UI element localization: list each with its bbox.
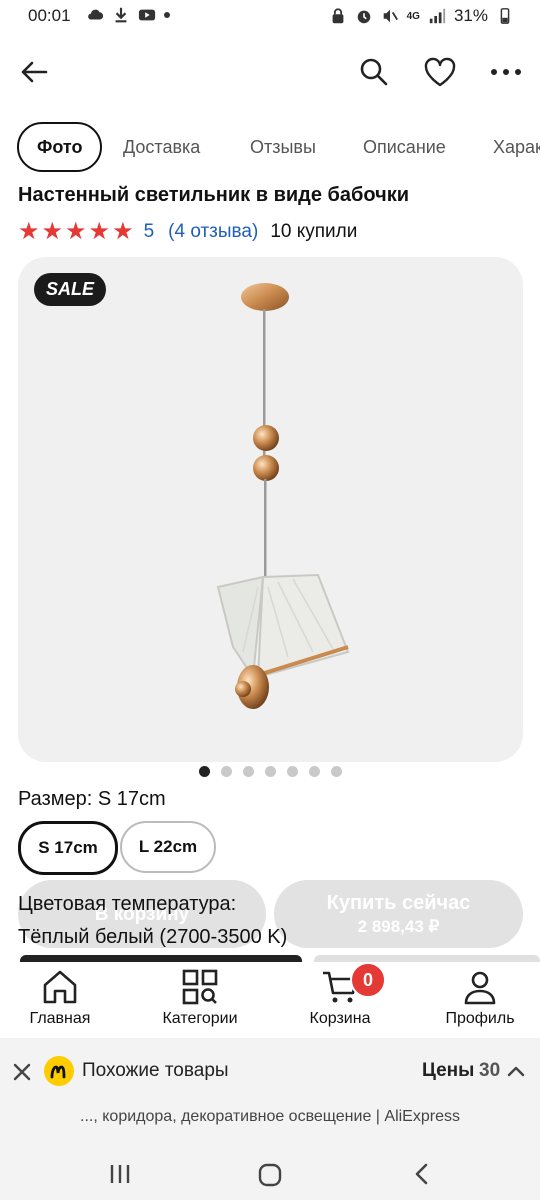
prices-count: 30 bbox=[479, 1060, 501, 1081]
gallery-dot[interactable] bbox=[286, 766, 298, 777]
nav-profile[interactable]: Профиль bbox=[420, 962, 540, 1028]
status-left-icons bbox=[86, 6, 170, 24]
tab-delivery[interactable]: Доставка bbox=[123, 122, 200, 172]
tab-characteristics[interactable]: Харак bbox=[493, 122, 540, 172]
more-options-button[interactable] bbox=[486, 52, 526, 92]
system-back-icon[interactable] bbox=[412, 1162, 432, 1186]
gallery-dot[interactable] bbox=[198, 766, 210, 777]
battery-percent: 31% bbox=[453, 6, 488, 25]
gallery-dot[interactable] bbox=[308, 766, 320, 777]
notification-dot-icon bbox=[164, 12, 170, 18]
lock-icon bbox=[332, 8, 344, 24]
chevron-up-icon[interactable] bbox=[507, 1064, 525, 1078]
heart-icon bbox=[424, 57, 456, 87]
status-time: 00:01 bbox=[28, 6, 71, 25]
tab-description[interactable]: Описание bbox=[363, 122, 446, 172]
size-label: Размер: S 17cm bbox=[18, 788, 166, 810]
product-header bbox=[0, 44, 540, 100]
gallery-dot[interactable] bbox=[330, 766, 342, 777]
status-bar: 00:01 4G 31% bbox=[0, 0, 540, 32]
color-temperature: Цветовая температура: Тёплый белый (2700… bbox=[18, 888, 287, 954]
close-icon[interactable] bbox=[12, 1062, 32, 1082]
color-temperature-value: Тёплый белый (2700-3500 K) bbox=[18, 926, 288, 948]
nav-categories[interactable]: Категории bbox=[140, 962, 260, 1028]
nav-cart[interactable]: 0 Корзина bbox=[280, 962, 400, 1028]
youtube-icon bbox=[138, 9, 156, 21]
home-icon bbox=[43, 970, 77, 1004]
recent-apps-icon[interactable] bbox=[108, 1162, 132, 1186]
nav-home[interactable]: Главная bbox=[0, 962, 120, 1028]
gallery-dot[interactable] bbox=[264, 766, 276, 777]
prices-label: Цены bbox=[422, 1060, 475, 1081]
size-option-s17[interactable]: S 17cm bbox=[18, 821, 118, 875]
nav-profile-label: Профиль bbox=[445, 1010, 515, 1027]
gallery-dots bbox=[0, 766, 540, 782]
similar-products-bar: Похожие товары Цены 30 ..., коридора, де… bbox=[0, 1038, 540, 1200]
rating-row: ★ ★ ★ ★ ★ 5 (4 отзыва) 10 купили bbox=[18, 218, 357, 246]
battery-icon bbox=[500, 8, 510, 24]
buy-now-button[interactable]: Купить сейчас 2 898,43 ₽ bbox=[274, 880, 523, 948]
butterfly-lamp-image bbox=[216, 283, 350, 709]
page-url-text: ..., коридора, декоративное освещение | … bbox=[80, 1108, 460, 1125]
color-temperature-label: Цветовая температура: bbox=[18, 893, 237, 915]
search-button[interactable] bbox=[354, 52, 394, 92]
size-option-l22[interactable]: L 22cm bbox=[120, 821, 216, 873]
star-icon: ★ bbox=[112, 218, 134, 245]
cart-badge: 0 bbox=[350, 962, 386, 998]
back-arrow-icon bbox=[21, 61, 48, 83]
yandex-logo-icon bbox=[44, 1056, 74, 1086]
signal-icon bbox=[429, 8, 446, 24]
gallery-dot[interactable] bbox=[220, 766, 232, 777]
mute-icon bbox=[383, 9, 398, 23]
system-navigation-bar bbox=[0, 1148, 540, 1200]
cloud-icon bbox=[88, 9, 104, 20]
download-icon bbox=[115, 7, 127, 23]
section-tabs: Фото Доставка Отзывы Описание Харак bbox=[0, 122, 540, 174]
search-icon bbox=[360, 58, 388, 86]
tab-photo[interactable]: Фото bbox=[17, 122, 103, 172]
similar-products-title: Похожие товары bbox=[82, 1060, 229, 1081]
star-icon: ★ bbox=[18, 218, 40, 245]
buy-now-label: Купить сейчас bbox=[326, 892, 471, 914]
network-type: 4G bbox=[406, 10, 420, 22]
similar-products-row[interactable]: Похожие товары Цены 30 bbox=[0, 1050, 540, 1094]
bottom-navigation: Главная Категории 0 Корзина Профиль bbox=[0, 962, 540, 1036]
nav-cart-label: Корзина bbox=[309, 1010, 371, 1027]
gallery-dot[interactable] bbox=[242, 766, 254, 777]
star-icon: ★ bbox=[41, 218, 64, 245]
tab-reviews[interactable]: Отзывы bbox=[250, 122, 316, 172]
alarm-icon bbox=[357, 10, 370, 24]
home-circle-icon[interactable] bbox=[257, 1162, 283, 1188]
rating-value[interactable]: 5 bbox=[144, 221, 155, 243]
star-icon: ★ bbox=[88, 218, 111, 245]
product-title: Настенный светильник в виде бабочки bbox=[18, 184, 410, 206]
reviews-link[interactable]: (4 отзыва) bbox=[168, 221, 258, 243]
rating-stars: ★ ★ ★ ★ ★ bbox=[18, 220, 134, 244]
back-button[interactable] bbox=[14, 52, 54, 92]
bought-count: 10 купили bbox=[270, 221, 358, 242]
more-dots-icon bbox=[491, 69, 521, 75]
buy-now-price: 2 898,43 ₽ bbox=[357, 917, 440, 936]
status-right-icons: 4G 31% bbox=[329, 6, 514, 26]
categories-icon bbox=[182, 969, 218, 1005]
product-image-gallery[interactable]: SALE bbox=[18, 257, 523, 762]
star-icon: ★ bbox=[65, 218, 87, 245]
profile-icon bbox=[464, 971, 496, 1005]
nav-home-label: Главная bbox=[29, 1010, 91, 1027]
favorite-button[interactable] bbox=[420, 52, 460, 92]
nav-categories-label: Категории bbox=[162, 1010, 238, 1027]
